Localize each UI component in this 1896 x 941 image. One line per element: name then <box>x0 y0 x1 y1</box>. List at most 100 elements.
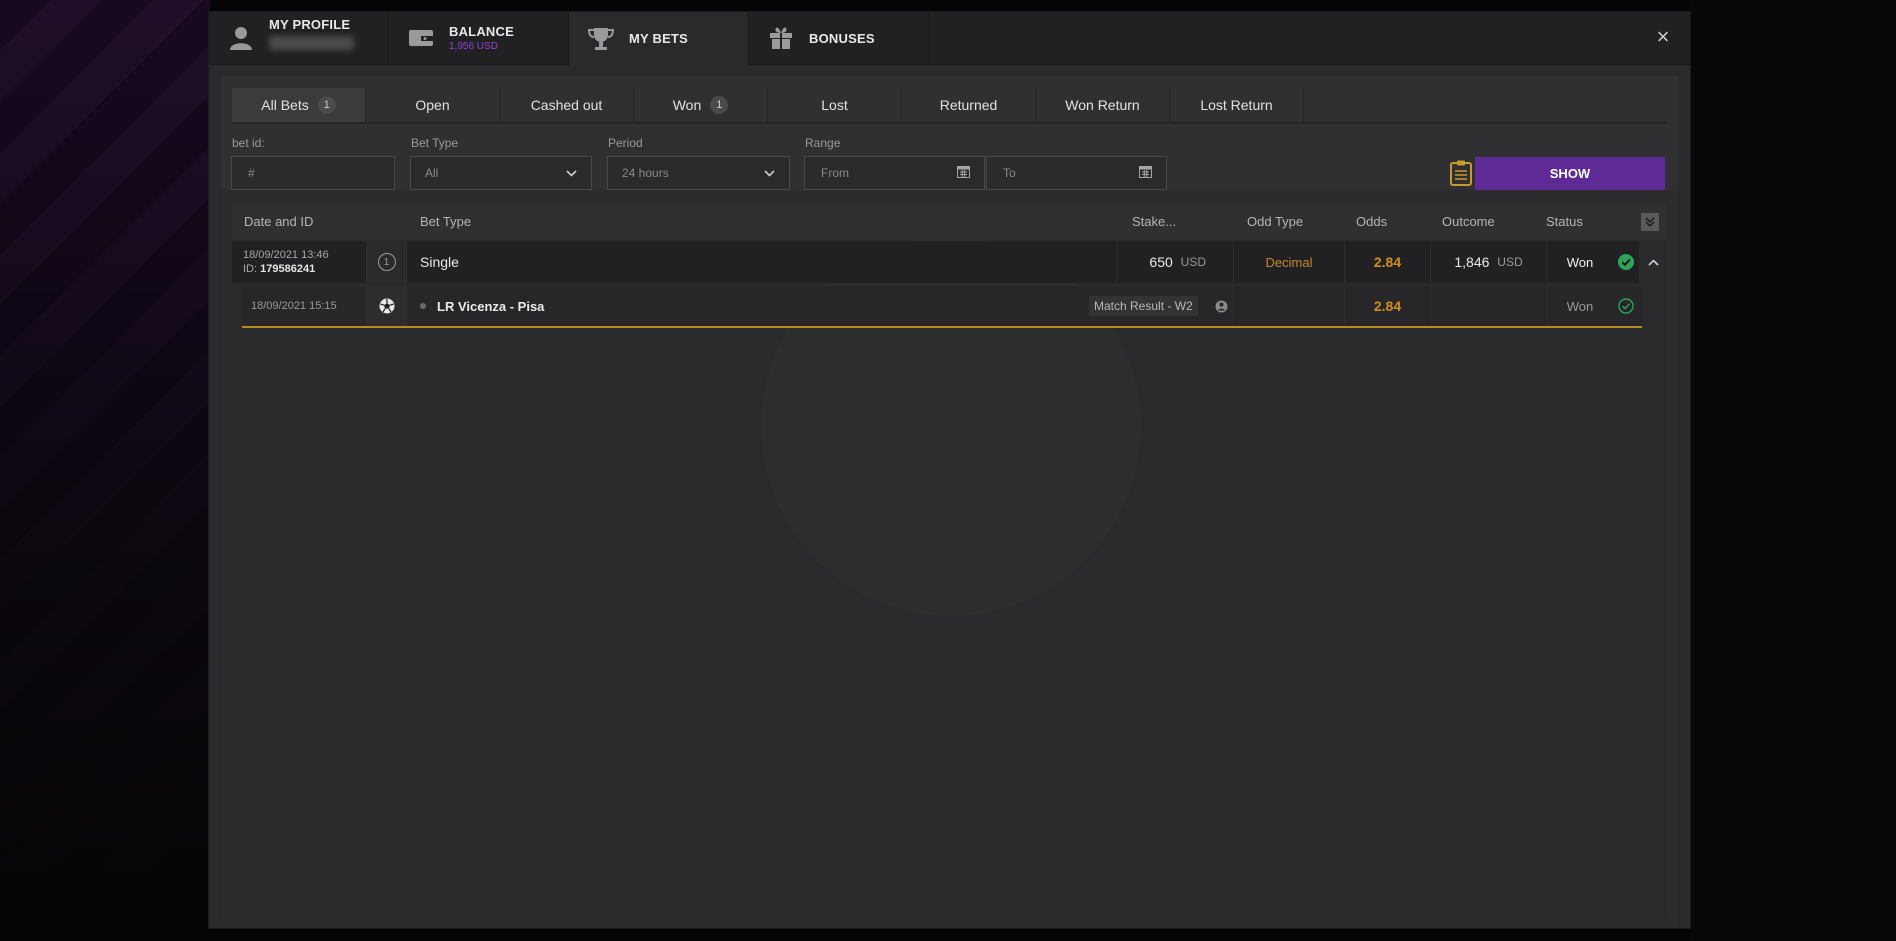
outcome-value: 1,846 <box>1454 254 1490 270</box>
tab-lost-return[interactable]: Lost Return <box>1170 88 1304 122</box>
collapse-icon[interactable] <box>1639 241 1667 283</box>
expand-all-icon[interactable] <box>1641 213 1659 231</box>
event-date: 18/09/2021 15:15 <box>242 286 367 326</box>
close-icon[interactable]: × <box>1652 26 1674 48</box>
bet-type-value: All <box>425 166 439 180</box>
bet-type-label: Bet Type <box>411 136 459 150</box>
bet-id-prefix: ID: <box>243 263 258 275</box>
market-cell: Match Result - W2 <box>1089 286 1207 326</box>
bet-odd-type-cell: Decimal <box>1234 241 1345 283</box>
range-label: Range <box>805 136 841 150</box>
bet-count-badge: 1 <box>377 253 396 271</box>
bet-status-cell: Won <box>1566 254 1594 270</box>
chevron-down-icon <box>566 166 577 180</box>
tab-balance-label: BALANCE <box>449 24 514 39</box>
bet-id-field[interactable] <box>231 156 395 190</box>
bet-stake-cell: 650 USD <box>1118 241 1234 283</box>
show-button[interactable]: SHOW <box>1475 157 1665 190</box>
period-value: 24 hours <box>622 166 669 180</box>
header-outcome: Outcome <box>1442 214 1495 229</box>
chevron-down-icon <box>764 166 775 180</box>
wallet-icon <box>407 24 435 52</box>
event-name[interactable]: LR Vicenza - Pisa <box>437 286 837 326</box>
user-icon <box>227 24 255 52</box>
bet-id: 179586241 <box>260 263 316 275</box>
count-badge: 1 <box>710 96 729 114</box>
bet-date-id-cell: 18/09/2021 13:46 ID: 179586241 <box>232 241 367 283</box>
outcome-currency: USD <box>1497 255 1523 269</box>
tab-returned-label: Returned <box>939 97 998 113</box>
bet-odds-cell: 2.84 <box>1345 241 1431 283</box>
tab-my-profile-label: MY PROFILE <box>269 16 351 32</box>
event-status-cell: Won <box>1566 298 1594 314</box>
trophy-icon <box>587 25 615 53</box>
tab-lost-return-label: Lost Return <box>1200 97 1273 113</box>
tab-cashed-out[interactable]: Cashed out <box>500 88 634 122</box>
check-circle-outline-icon <box>1613 286 1639 326</box>
tab-cashed-out-label: Cashed out <box>530 97 603 113</box>
period-label: Period <box>608 136 643 150</box>
table-row[interactable]: 18/09/2021 13:46 ID: 179586241 1 Single … <box>232 241 1667 283</box>
tab-open[interactable]: Open <box>366 88 500 122</box>
bet-type-select[interactable]: All <box>410 156 592 190</box>
status-tabs: All Bets 1 Open Cashed out Won 1 Lost Retu… <box>232 88 1667 124</box>
bet-outcome-cell: 1,846 USD <box>1431 241 1547 283</box>
calendar-icon[interactable] <box>1139 165 1152 181</box>
filters-bar: All Bets 1 Open Cashed out Won 1 Lost Retu… <box>221 76 1678 190</box>
tab-balance[interactable]: BALANCE 1,956 USD <box>389 12 569 64</box>
period-select[interactable]: 24 hours <box>607 156 790 190</box>
info-icon[interactable] <box>1210 286 1234 326</box>
tab-lost-label: Lost <box>821 97 848 113</box>
bet-date: 18/09/2021 13:46 <box>243 249 329 261</box>
tab-open-label: Open <box>415 97 450 113</box>
header-date-id: Date and ID <box>244 214 314 229</box>
background-right <box>1690 0 1896 941</box>
tab-my-bets-label: MY BETS <box>629 31 688 46</box>
balance-amount: 1,956 USD <box>449 41 498 52</box>
range-to-field[interactable] <box>986 156 1167 190</box>
tab-my-bets[interactable]: MY BETS <box>569 12 749 65</box>
header-stake: Stake... <box>1132 214 1177 229</box>
range-to-input[interactable] <box>1001 165 1139 181</box>
profile-name-blurred <box>269 35 354 50</box>
header-odds: Odds <box>1356 214 1388 229</box>
count-badge: 1 <box>317 96 336 114</box>
range-from-field[interactable] <box>804 156 985 190</box>
bets-table: Date and ID Bet Type Stake... Odd Type O… <box>232 204 1667 917</box>
tab-returned[interactable]: Returned <box>902 88 1036 122</box>
tab-won[interactable]: Won 1 <box>634 88 768 122</box>
tab-lost[interactable]: Lost <box>768 88 902 122</box>
account-modal: MY PROFILE BALANCE 1,956 USD MY BETS BON… <box>209 12 1690 928</box>
bet-id-input[interactable] <box>246 165 380 181</box>
tab-won-return[interactable]: Won Return <box>1036 88 1170 122</box>
tab-won-label: Won <box>672 97 702 113</box>
tab-all-bets-label: All Bets <box>261 97 309 113</box>
profile-tab-bar: MY PROFILE BALANCE 1,956 USD MY BETS BON… <box>209 12 1690 65</box>
tab-won-return-label: Won Return <box>1065 97 1140 113</box>
gift-icon <box>767 24 795 52</box>
soccer-ball-icon <box>367 286 407 326</box>
table-header: Date and ID Bet Type Stake... Odd Type O… <box>232 204 1667 240</box>
event-odds-cell: 2.84 <box>1345 286 1431 326</box>
tab-bonuses[interactable]: BONUSES <box>749 12 929 64</box>
empty-cell <box>1431 286 1547 326</box>
bullet-dot <box>420 286 430 326</box>
bet-count-cell: 1 <box>367 241 407 283</box>
header-odd-type: Odd Type <box>1247 214 1304 229</box>
tab-my-profile[interactable]: MY PROFILE <box>209 12 389 64</box>
header-bet-type: Bet Type <box>420 214 472 229</box>
header-status: Status <box>1546 214 1583 229</box>
table-row[interactable]: 18/09/2021 15:15 LR Vicenza - Pisa Match… <box>242 286 1642 328</box>
tab-all-bets[interactable]: All Bets 1 <box>232 88 366 122</box>
bets-panel: All Bets 1 Open Cashed out Won 1 Lost Retu… <box>221 76 1678 927</box>
range-from-input[interactable] <box>819 165 957 181</box>
tab-bonuses-label: BONUSES <box>809 30 875 46</box>
check-circle-icon <box>1613 241 1639 283</box>
clipboard-icon[interactable] <box>1450 160 1472 186</box>
market-badge: Match Result - W2 <box>1089 296 1198 316</box>
bet-type-cell: Single <box>407 241 1118 283</box>
stake-currency: USD <box>1180 255 1206 269</box>
background-pattern <box>0 0 210 941</box>
empty-cell <box>1234 286 1345 326</box>
calendar-icon[interactable] <box>957 165 970 181</box>
